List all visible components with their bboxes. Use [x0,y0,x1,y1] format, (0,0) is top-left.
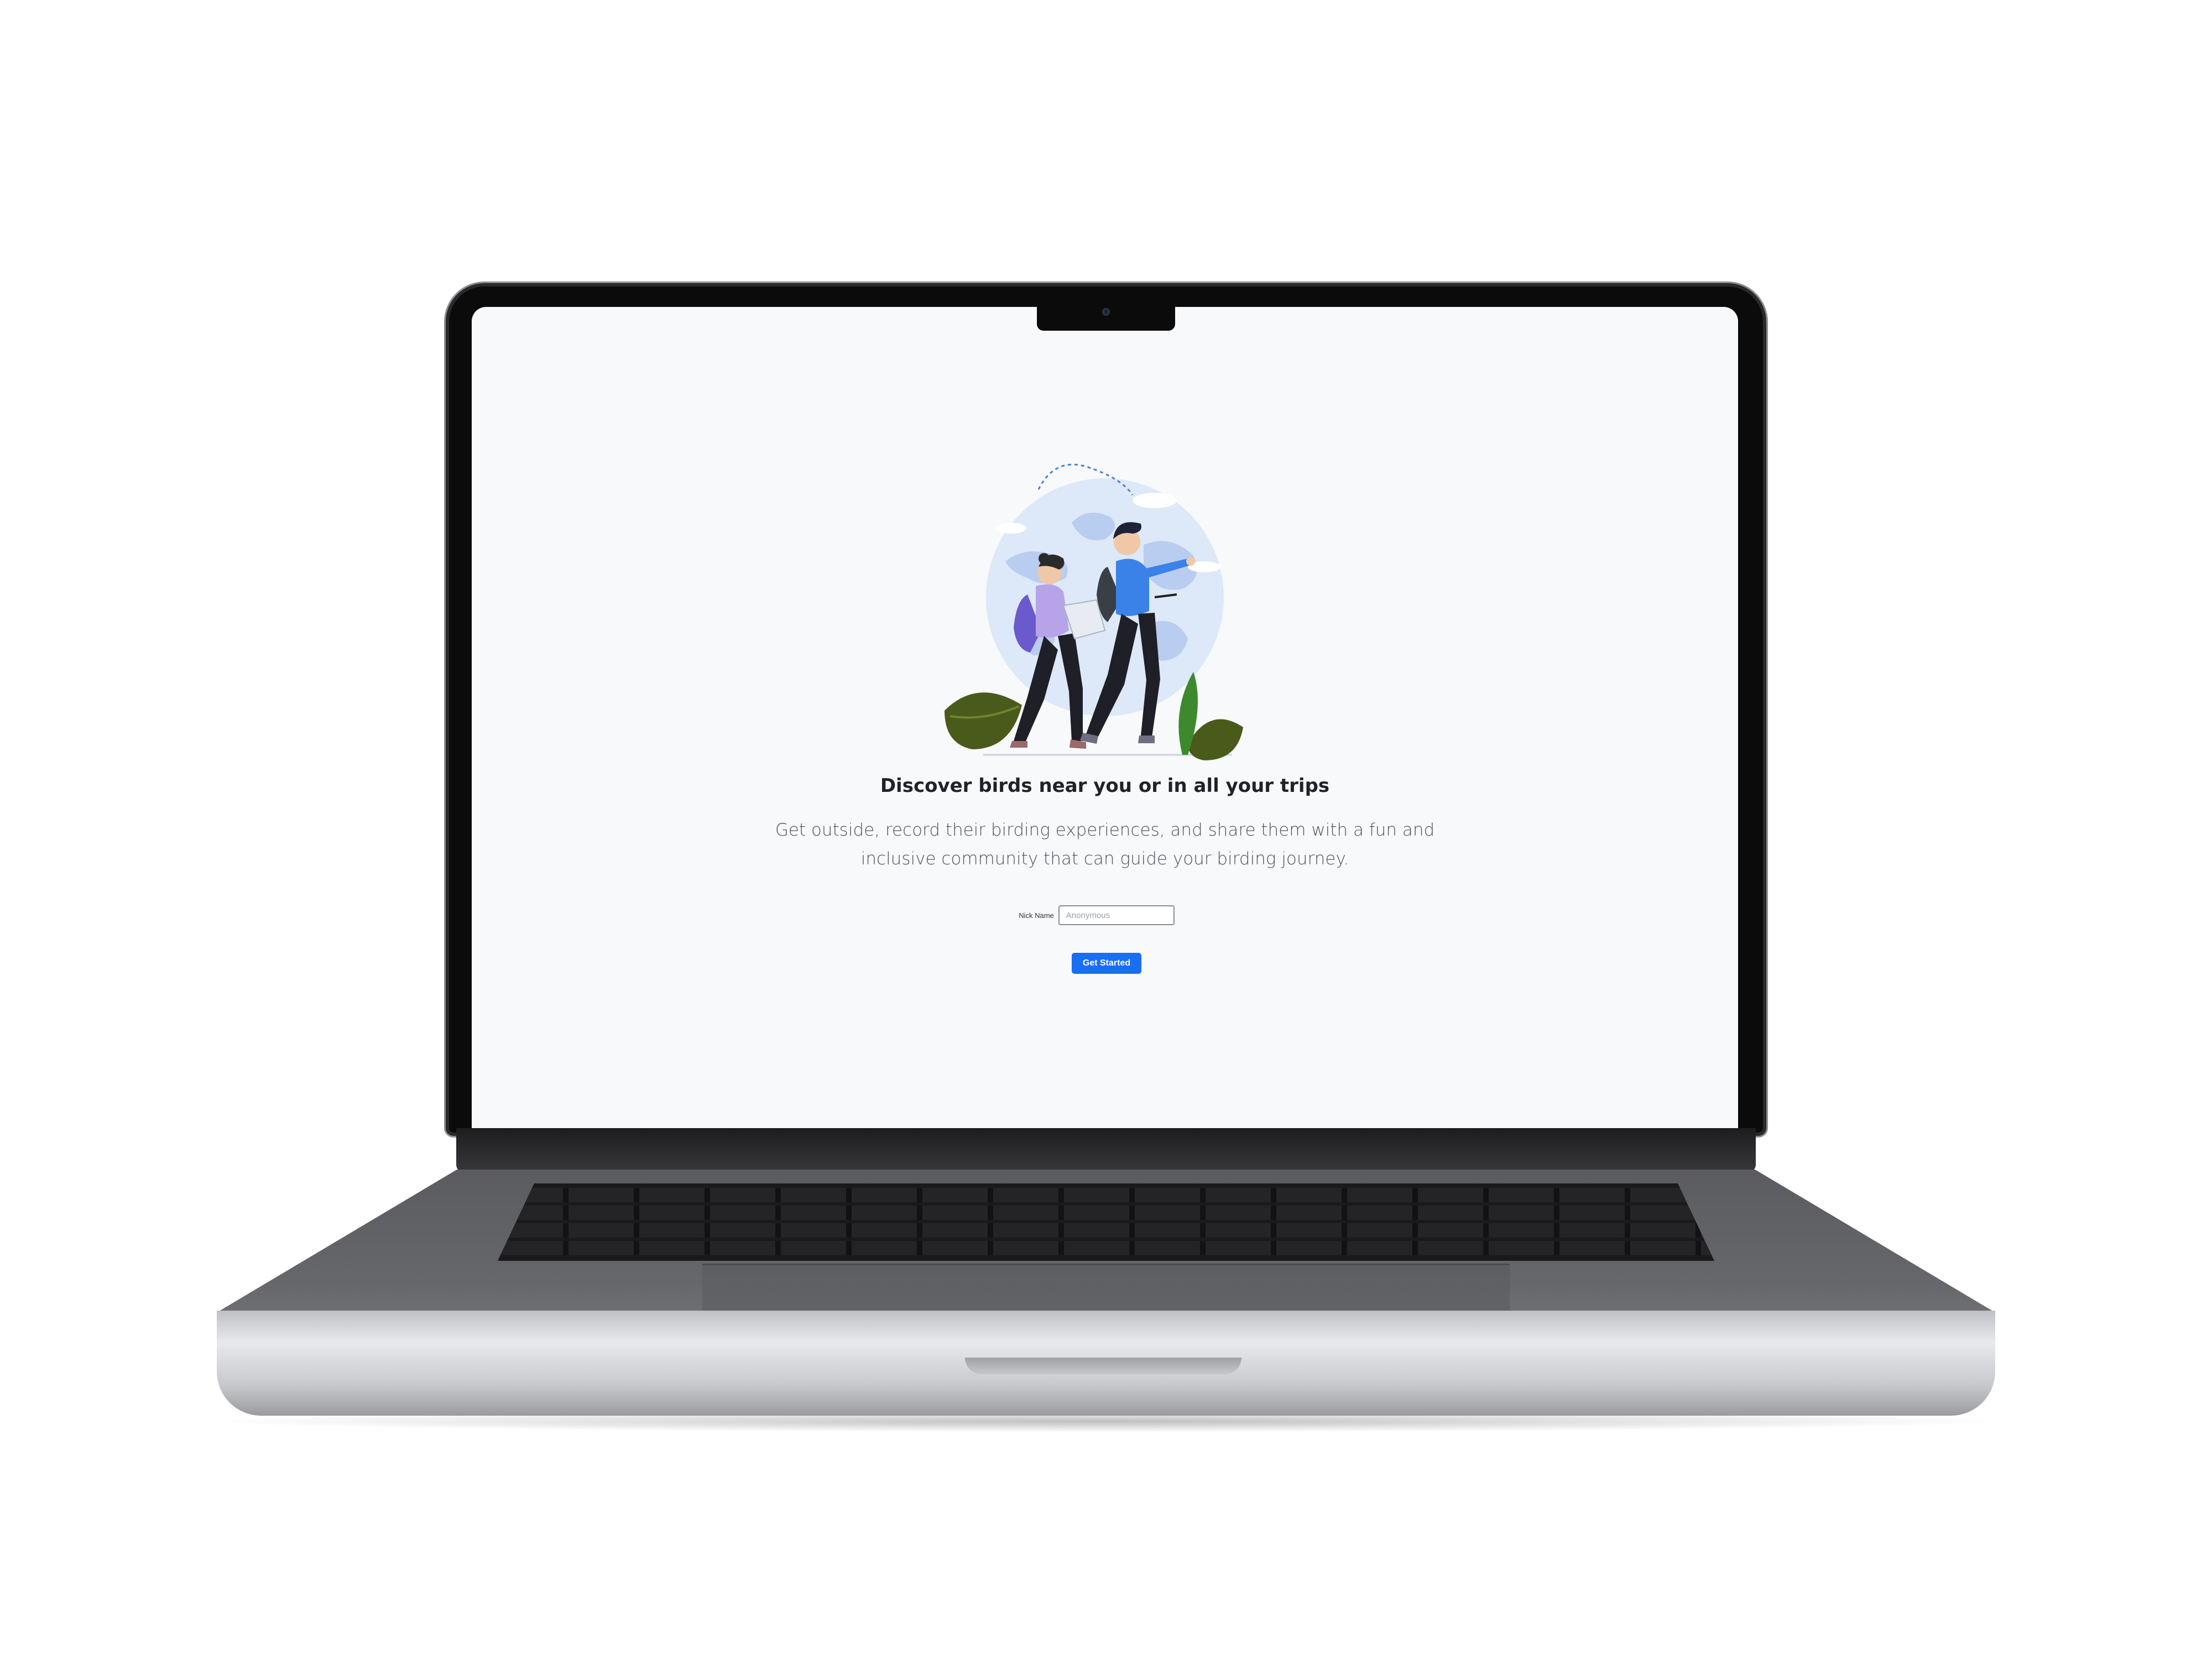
keyboard-row [498,1206,1714,1220]
nickname-input[interactable] [1058,905,1175,925]
laptop-mockup: Discover birds near you or in all your t… [0,0,2212,1659]
laptop-screen: Discover birds near you or in all your t… [472,307,1738,1128]
keyboard-row [498,1241,1714,1255]
keyboard-row [498,1188,1714,1202]
page-description: Get outside, record their birding experi… [775,820,1435,869]
screen-notch [1037,303,1175,331]
leaf-icon [945,692,1022,749]
leaf-icon [1188,719,1243,760]
laptop-keyboard [498,1183,1714,1261]
nickname-form: Nick Name [472,905,1738,925]
laptop-hinge [456,1128,1756,1172]
hikers-globe-illustration [945,463,1243,760]
get-started-button[interactable]: Get Started [1072,953,1141,974]
camera-icon [1102,308,1110,316]
welcome-page: Discover birds near you or in all your t… [472,307,1738,1128]
laptop-opening-notch [965,1358,1241,1374]
keyboard-row [498,1223,1714,1238]
nickname-label: Nick Name [1019,911,1054,920]
page-title: Discover birds near you or in all your t… [880,775,1330,797]
